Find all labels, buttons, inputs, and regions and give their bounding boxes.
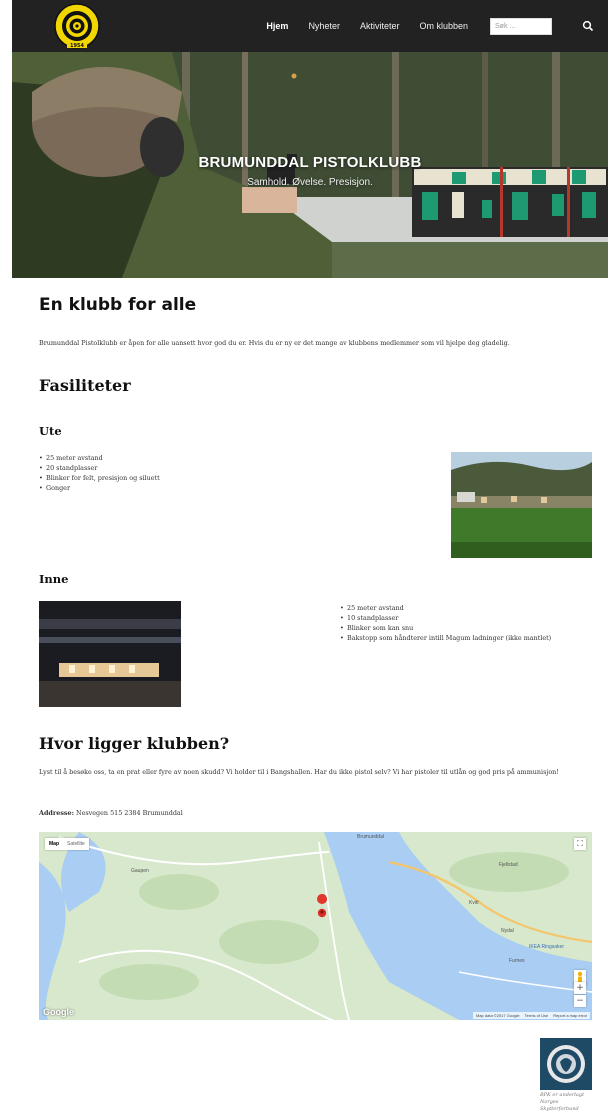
search-icon[interactable] [582, 20, 594, 32]
address-label: Addresse: [39, 809, 74, 817]
zoom-in-button[interactable]: + [574, 982, 586, 994]
nav-item-aktiviteter[interactable]: Aktiviteter [350, 21, 410, 31]
hero-banner: BRUMUNDDAL PISTOLKLUBB Samhold. Øvelse. … [12, 52, 608, 278]
indoor-list: 25 meter avstand 10 standplasser Blinker… [340, 603, 596, 643]
location-text: Lyst til å besøke oss, ta en prat eller … [39, 768, 559, 776]
map-label-ikea: IKEA Ringsaker [529, 944, 565, 950]
map-type-satellite-button[interactable]: Satellite [63, 838, 89, 850]
nav-item-nyheter[interactable]: Nyheter [298, 21, 350, 31]
map-label-furnes: Furnes [509, 958, 525, 964]
list-item: Blinker for felt, presisjon og siluett [39, 473, 339, 483]
map-label-brumunddal: Brumunddal [357, 834, 384, 840]
badge-caption-line: BPK er underlagt [540, 1092, 585, 1098]
terms-of-use-link[interactable]: Terms of Use [525, 1013, 549, 1018]
norges-skytterforbund-badge[interactable] [540, 1038, 592, 1090]
badge-caption: BPK er underlagt Norges Skytterforbund [540, 1092, 600, 1113]
map-footer: Map data ©2017 Google Terms of Use Repor… [472, 1012, 590, 1019]
map-data-credit: Map data ©2017 Google [475, 1013, 520, 1018]
map-tiles[interactable] [39, 832, 592, 1020]
outdoor-heading: Ute [39, 424, 62, 438]
hero-subtitle: Samhold. Øvelse. Presisjon. [247, 177, 373, 188]
outdoor-list: 25 meter avstand 20 standplasser Blinker… [39, 453, 339, 493]
address-line: Addresse: Nesvegen 515 2384 Brumunddal [39, 808, 439, 818]
zoom-out-button[interactable]: − [574, 995, 586, 1007]
list-item: 10 standplasser [340, 613, 596, 623]
top-navigation-bar: 1954 Hjem Nyheter Aktiviteter Om klubben… [12, 0, 608, 52]
logo-year: 1954 [70, 43, 84, 49]
list-item: 20 standplasser [39, 463, 339, 473]
list-item: 25 meter avstand [340, 603, 596, 613]
nav-item-hjem[interactable]: Hjem [256, 21, 298, 31]
intro-text: Brumunddal Pistolklubb er åpen for alle … [39, 339, 510, 347]
list-item: 25 meter avstand [39, 453, 339, 463]
search-input[interactable]: Søk ... [490, 18, 552, 35]
outdoor-range-photo [451, 452, 592, 558]
badge-caption-line: Skytterforbund [540, 1106, 579, 1112]
location-heading: Hvor ligger klubben? [39, 734, 230, 753]
facilities-heading: Fasiliteter [39, 376, 131, 395]
intro-heading: En klubb for alle [39, 295, 197, 315]
list-item: Blinker som kan snu [340, 623, 596, 633]
map-label-nydal: Nydal [501, 928, 514, 934]
map-label-fjellstad: Fjellstad [499, 862, 518, 868]
address-value: Nesvegen 515 2384 Brumunddal [76, 809, 183, 817]
indoor-range-photo [39, 601, 181, 707]
main-menu: Hjem Nyheter Aktiviteter Om klubben [256, 0, 478, 52]
list-item: Bakstopp som håndterer intill Magum ladn… [340, 633, 596, 643]
hero-title: BRUMUNDDAL PISTOLKLUBB [198, 154, 422, 171]
map-label-kvitl: Kvitl [469, 900, 479, 906]
club-logo[interactable]: 1954 [40, 2, 114, 50]
list-item: Gonger [39, 483, 339, 493]
map-type-map-button[interactable]: Map [45, 838, 63, 850]
google-map[interactable]: Map Satellite ⛶ Brumunddal Gaupen Fjells… [39, 832, 592, 1020]
google-logo: Google [43, 1007, 74, 1017]
report-map-error-link[interactable]: Report a map error [553, 1013, 587, 1018]
indoor-heading: Inne [39, 572, 69, 586]
badge-caption-line: Norges [540, 1099, 559, 1105]
nav-item-om-klubben[interactable]: Om klubben [409, 21, 478, 31]
map-type-toggle[interactable]: Map Satellite [45, 838, 89, 850]
fullscreen-icon[interactable]: ⛶ [574, 838, 586, 850]
map-label-gaupen: Gaupen [131, 868, 149, 874]
